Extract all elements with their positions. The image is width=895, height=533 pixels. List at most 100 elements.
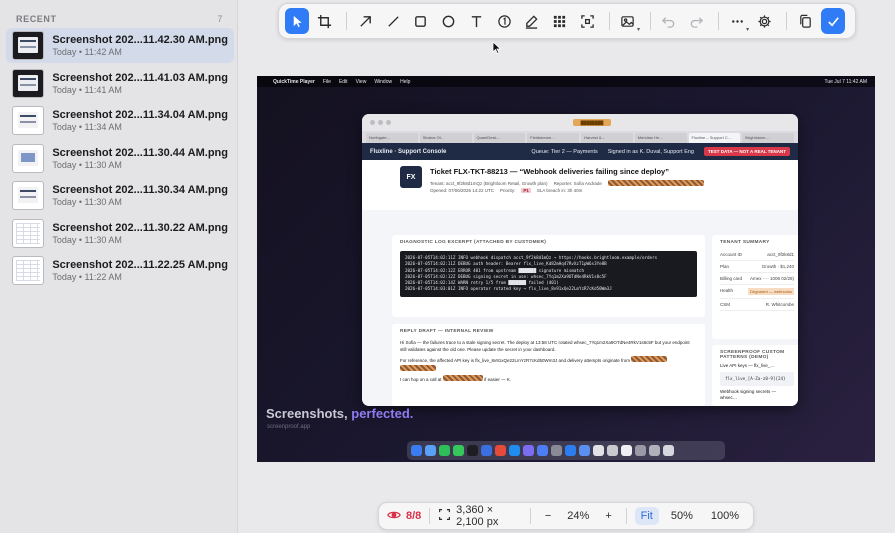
item-title: Screenshot 202...11.30.22 AM.png bbox=[52, 221, 228, 234]
tenant-value: Amex ···· 1006 02/28) bbox=[749, 276, 794, 281]
item-time: Today • 11:30 AM bbox=[52, 159, 122, 170]
copy-icon[interactable] bbox=[793, 8, 817, 34]
redaction-mark bbox=[631, 356, 668, 362]
item-time: Today • 11:30 AM bbox=[52, 234, 122, 245]
dock-app-icon bbox=[565, 445, 576, 456]
bottom-status-bar: 8/8 3,360 × 2,100 px − 24% + Fit 50% 100… bbox=[378, 502, 754, 530]
tenant-row: Health Degraded — webhooks bbox=[720, 285, 794, 299]
screenshot-thumbnail bbox=[12, 218, 45, 248]
opened-label: Opened: 07/06/2026 14:22 UTC bbox=[430, 188, 495, 193]
pattern-code: flx_live_[A-Za-z0-9]{24} bbox=[720, 371, 794, 386]
tenant-row: Billing card Amex ···· 1006 02/28) bbox=[720, 273, 794, 285]
text-icon[interactable] bbox=[464, 8, 488, 34]
diagnostic-log-panel: DIAGNOSTIC LOG EXCERPT (ATTACHED BY CUST… bbox=[392, 235, 705, 317]
image-icon[interactable]: ▾ bbox=[616, 8, 640, 34]
zoom-fit-button[interactable]: Fit bbox=[634, 507, 659, 525]
highlighter-icon[interactable] bbox=[520, 8, 544, 34]
tagline-accent: perfected. bbox=[351, 406, 414, 421]
dock-app-icon bbox=[663, 445, 674, 456]
browser-tab: QuantDesk… bbox=[473, 133, 526, 143]
redaction-count: 8/8 bbox=[406, 510, 422, 522]
tenant-key: Plan bbox=[720, 264, 730, 269]
mac-menubar: QuickTime Player File Edit View Window H… bbox=[257, 76, 875, 87]
ellipse-icon[interactable] bbox=[437, 8, 461, 34]
log-line: 2026-07-05T14:03:01Z INFO operator rotat… bbox=[405, 286, 612, 292]
chevron-down-icon: ▾ bbox=[746, 27, 750, 33]
dock-app-icon bbox=[439, 445, 450, 456]
sla-label: SLA breach in: 3h 40m bbox=[536, 188, 583, 193]
divider bbox=[429, 508, 431, 524]
menubar-help: Help bbox=[400, 78, 411, 85]
mac-dock bbox=[407, 441, 725, 460]
browser-window: ████████ Northgate… Stratos Ot… QuantDesk…… bbox=[362, 114, 798, 406]
recent-screenshot-item[interactable]: Screenshot 202...11.42.30 AM.png Today • … bbox=[6, 28, 234, 63]
toolbar-divider bbox=[346, 12, 348, 30]
undo-icon[interactable] bbox=[657, 8, 681, 34]
browser-tab: Harvest &… bbox=[581, 133, 633, 143]
browser-tab: Brightstone… bbox=[742, 133, 794, 143]
dock-app-icon bbox=[411, 445, 422, 456]
browser-tab: Meridian He… bbox=[634, 133, 687, 143]
patterns-title: SCREENPROOF CUSTOM PATTERNS (DEMO) bbox=[720, 350, 785, 360]
recent-screenshot-item[interactable]: Screenshot 202...11.41.03 AM.png Today • … bbox=[6, 66, 234, 101]
redaction-mark bbox=[400, 364, 436, 371]
settings-icon[interactable] bbox=[753, 8, 777, 34]
arrow-icon[interactable] bbox=[353, 8, 377, 34]
recent-screenshot-item[interactable]: Screenshot 202...11.30.34 AM.png Today • … bbox=[6, 178, 234, 213]
redaction-toggle[interactable]: 8/8 bbox=[387, 508, 421, 525]
eye-icon bbox=[387, 508, 401, 525]
log-title: DIAGNOSTIC LOG EXCERPT (ATTACHED BY CUST… bbox=[400, 240, 547, 245]
screenshot-thumbnail bbox=[12, 68, 45, 98]
done-checkmark-icon[interactable] bbox=[821, 8, 846, 34]
pixelate-icon[interactable] bbox=[548, 8, 572, 34]
recent-screenshot-item[interactable]: Screenshot 202...11.22.25 AM.png Today • … bbox=[6, 253, 234, 288]
dock-app-icon bbox=[495, 445, 506, 456]
reply-paragraph-1: Hi Sofia — the failures trace to a stale… bbox=[400, 340, 690, 352]
zoom-in-button[interactable]: + bbox=[599, 507, 617, 525]
item-title: Screenshot 202...11.30.44 AM.png bbox=[52, 146, 228, 159]
recent-screenshot-item[interactable]: Screenshot 202...11.30.22 AM.png Today • … bbox=[6, 216, 234, 251]
address-bar: ████████ bbox=[394, 119, 790, 126]
priority-label: Priority: bbox=[500, 188, 516, 193]
zoom-level: 24% bbox=[567, 510, 590, 522]
select-arrow-icon[interactable] bbox=[285, 8, 310, 34]
line-icon[interactable] bbox=[381, 8, 405, 34]
patterns-sub: Live API keys — flx_live_… bbox=[720, 363, 775, 368]
zoom-100-button[interactable]: 100% bbox=[705, 507, 745, 525]
window-close-dot bbox=[370, 120, 375, 125]
counter-icon[interactable] bbox=[492, 8, 516, 34]
rectangle-icon[interactable] bbox=[409, 8, 433, 34]
custom-patterns-panel: SCREENPROOF CUSTOM PATTERNS (DEMO) Live … bbox=[712, 345, 798, 406]
focus-icon[interactable] bbox=[575, 8, 599, 34]
tenant-label: Tenant: acct_9f2k8d1mQz (Brightloom Reta… bbox=[430, 180, 548, 186]
tenant-key: Health bbox=[720, 288, 734, 293]
crop-icon[interactable] bbox=[313, 8, 337, 34]
redo-icon[interactable] bbox=[684, 8, 708, 34]
app-header: Fluxline · Support Console Queue: Tier 2… bbox=[362, 143, 798, 160]
browser-tab: Fluxline – Support C… bbox=[688, 133, 741, 143]
recent-sidebar: RECENT 7 Screenshot 202...11.42.30 AM.pn… bbox=[0, 0, 238, 533]
recent-screenshot-item[interactable]: Screenshot 202...11.34.04 AM.png Today • … bbox=[6, 103, 234, 138]
reporter-label: Reporter: Sofia Andrade bbox=[553, 180, 602, 186]
more-icon[interactable]: ▾ bbox=[725, 8, 749, 34]
zoom-out-button[interactable]: − bbox=[539, 507, 557, 525]
dock-app-icon bbox=[621, 445, 632, 456]
browser-tab: Fieldstream… bbox=[527, 133, 579, 143]
log-box: 2026-07-05T14:02:11Z INFO webhook dispat… bbox=[400, 251, 697, 297]
queue-label: Queue: Tier 2 — Payments bbox=[531, 148, 598, 155]
tagline-start: Screenshots, bbox=[266, 406, 352, 421]
reply-draft-panel: REPLY DRAFT — INTERNAL REVIEW Hi Sofia —… bbox=[392, 324, 705, 406]
mouse-cursor-icon bbox=[492, 41, 502, 55]
dock-app-icon bbox=[551, 445, 562, 456]
dock-app-icon bbox=[523, 445, 534, 456]
browser-chrome: ████████ bbox=[362, 114, 798, 131]
dock-app-icon bbox=[467, 445, 478, 456]
screenshot-canvas[interactable]: QuickTime Player File Edit View Window H… bbox=[257, 76, 875, 462]
item-time: Today • 11:41 AM bbox=[52, 84, 122, 95]
item-title: Screenshot 202...11.41.03 AM.png bbox=[52, 71, 228, 84]
zoom-50-button[interactable]: 50% bbox=[665, 507, 699, 525]
reply-paragraph-2: For reference, the affected API key is f… bbox=[400, 358, 631, 363]
recent-screenshot-item[interactable]: Screenshot 202...11.30.44 AM.png Today • … bbox=[6, 141, 234, 176]
divider bbox=[530, 508, 531, 524]
sidebar-header: RECENT 7 bbox=[0, 0, 237, 26]
